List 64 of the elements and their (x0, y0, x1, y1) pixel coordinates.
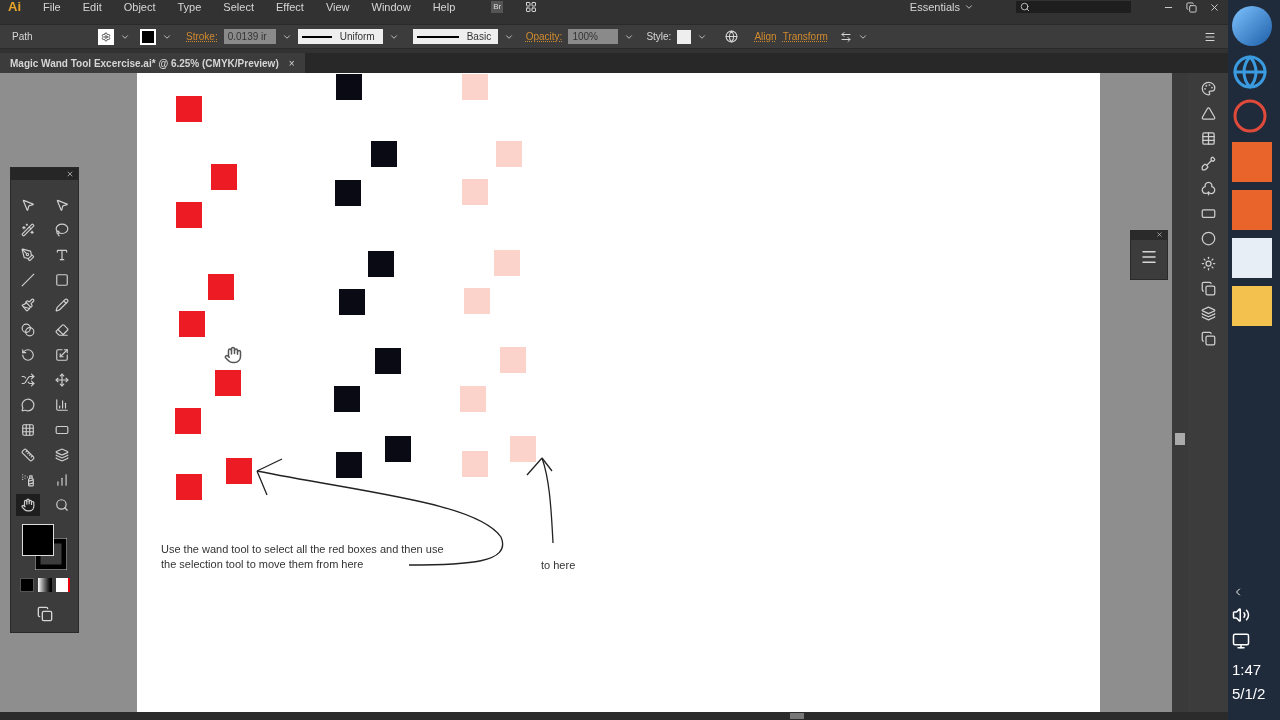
search-field[interactable] (1016, 1, 1131, 13)
stroke-link[interactable]: Stroke: (186, 29, 218, 44)
arrange-documents-icon[interactable] (525, 1, 538, 13)
start-button[interactable] (1232, 6, 1272, 46)
bridge-button[interactable]: Br (491, 1, 504, 13)
clock-date[interactable]: 5/1/2 (1232, 682, 1266, 706)
browser-icon[interactable] (1232, 54, 1268, 90)
rectangle-icon[interactable] (1200, 206, 1216, 221)
vertical-scrollbar[interactable] (1172, 73, 1188, 712)
squares-icon[interactable] (1200, 281, 1216, 296)
style-swatch[interactable] (677, 29, 692, 44)
panel-menu-icon[interactable] (1140, 248, 1158, 266)
close-icon[interactable] (1156, 231, 1163, 238)
transform-link[interactable]: Transform (782, 29, 828, 44)
fill-stroke-swatches[interactable] (21, 524, 68, 572)
menu-item[interactable]: Help (432, 0, 456, 16)
menu-item[interactable]: Window (371, 0, 411, 16)
gradient-mode-button[interactable] (37, 578, 52, 592)
target-label: to here (541, 558, 576, 573)
palette-icon[interactable] (1200, 81, 1216, 96)
menu-item[interactable]: File (43, 0, 61, 16)
volume-icon[interactable] (1232, 606, 1250, 624)
selection-label: Path (12, 30, 34, 44)
color-mode-button[interactable] (19, 578, 34, 592)
stroke-weight-field[interactable]: 0.0139 ir (223, 29, 276, 44)
menu-item[interactable]: Edit (82, 0, 102, 16)
hand-tool-icon[interactable] (15, 494, 40, 516)
workspace-dropdown[interactable]: Essentials (909, 0, 960, 16)
close-icon[interactable] (1209, 1, 1220, 13)
search-icon (1020, 2, 1030, 12)
style-label: Style: (646, 30, 672, 44)
menu-item[interactable]: Effect (275, 0, 304, 16)
menu-item[interactable]: Select (223, 0, 254, 16)
horizontal-scrollbar[interactable] (0, 712, 1228, 720)
stroke-swatch[interactable] (140, 28, 156, 45)
fill-swatch[interactable] (98, 28, 114, 45)
brush-dropdown[interactable]: Basic (412, 29, 498, 44)
circles-icon[interactable] (1200, 231, 1216, 246)
opacity-link[interactable]: Opacity: (525, 29, 563, 44)
app-logo: Ai (8, 0, 21, 17)
clock-time[interactable]: 1:47 (1232, 658, 1266, 682)
instruction-text: Use the wand tool to select all the red boxes and then use the selection tool to move them from here (161, 542, 444, 572)
document-tab[interactable]: Magic Wand Tool Excercise.ai* @ 6.25% (CMYK/Preview) × (0, 53, 305, 73)
menu-item[interactable]: Object (123, 0, 156, 16)
hand-cursor-icon (224, 346, 242, 364)
document-title: Magic Wand Tool Excercise.ai* @ 6.25% (CMYK/Preview) (10, 56, 279, 71)
tab-close-button[interactable]: × (288, 55, 295, 71)
restore-icon[interactable] (1186, 1, 1197, 13)
variable-width-dropdown[interactable]: Uniform (297, 29, 383, 44)
isolate-icon[interactable] (839, 30, 852, 43)
panel-menu-icon[interactable] (1204, 30, 1216, 43)
menu-item[interactable]: Type (177, 0, 202, 16)
layers-icon[interactable] (1200, 306, 1216, 321)
opacity-field[interactable]: 100% (568, 29, 619, 44)
none-mode-button[interactable] (55, 578, 70, 592)
club-icon[interactable] (1200, 181, 1216, 196)
screen-mode-icon[interactable] (36, 606, 53, 622)
menu-item[interactable]: View (325, 0, 350, 16)
align-link[interactable]: Align (754, 29, 777, 44)
grid-icon[interactable] (1200, 131, 1216, 146)
network-icon[interactable] (1232, 632, 1250, 650)
recolor-icon[interactable] (725, 30, 739, 43)
close-icon[interactable] (66, 170, 74, 178)
dropdown-icon[interactable] (964, 2, 974, 12)
